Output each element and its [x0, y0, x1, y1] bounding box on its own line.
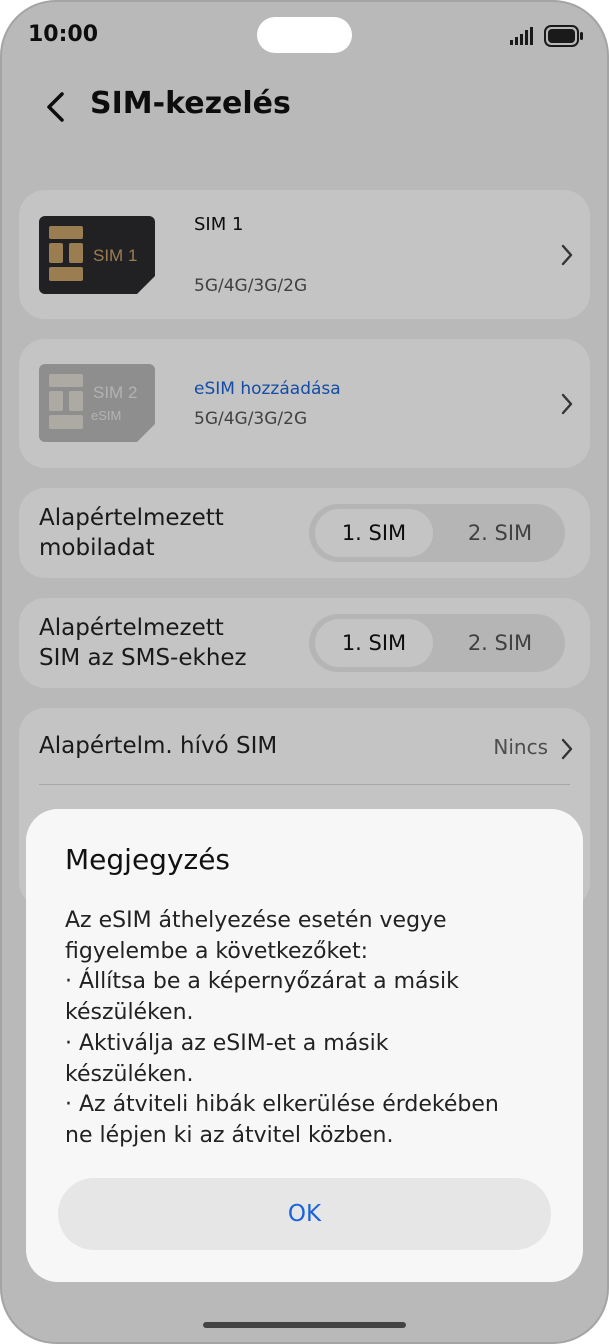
- dialog-line: ne lépjen ki az átvitel közben.: [65, 1122, 394, 1148]
- dialog-line: készüléken.: [65, 1061, 194, 1087]
- dialog-line: figyelembe a következőket:: [65, 938, 369, 964]
- phone-screen: 10:00 SIM-kezelés SIM 1 SIM 1 5G/4G/3G/2…: [0, 0, 609, 1344]
- home-indicator[interactable]: [203, 1322, 406, 1328]
- dialog-message: Az eSIM áthelyezése esetén vegye figyele…: [65, 906, 555, 1152]
- dialog-line: készüléken.: [65, 1000, 194, 1026]
- dialog-title: Megjegyzés: [65, 843, 231, 876]
- dialog-line: · Aktiválja az eSIM-et a másik: [65, 1030, 389, 1056]
- note-dialog: Megjegyzés Az eSIM áthelyezése esetén ve…: [26, 809, 583, 1282]
- camera-pill: [257, 17, 352, 53]
- dialog-line: · Az átviteli hibák elkerülése érdekében: [65, 1092, 499, 1118]
- dialog-line: Az eSIM áthelyezése esetén vegye: [65, 908, 447, 933]
- ok-button[interactable]: OK: [58, 1178, 551, 1250]
- dialog-line: · Állítsa be a képernyőzárat a másik: [65, 969, 459, 995]
